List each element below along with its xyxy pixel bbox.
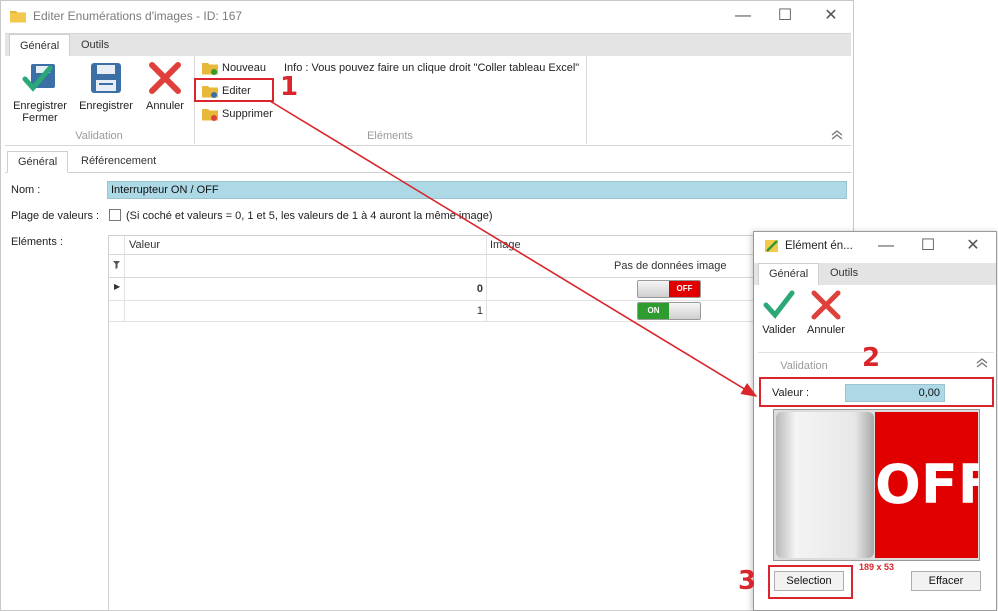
annotation-arrow: [269, 100, 758, 397]
